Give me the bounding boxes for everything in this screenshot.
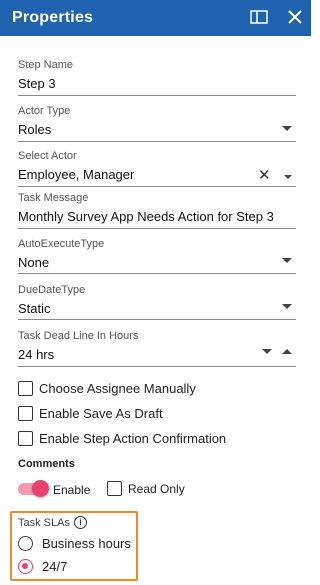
task-message-label: Task Message [18,192,89,204]
business-hours-label: Business hours [42,536,131,551]
actor-type-select[interactable]: Actor Type Roles [18,105,296,142]
due-date-type-label: DueDateType [18,284,86,296]
comments-enable-toggle[interactable] [18,480,49,497]
decrement-chevron-down-icon[interactable] [262,349,272,354]
task-message-field[interactable]: Task Message Monthly Survey App Needs Ac… [18,192,296,229]
task-deadline-value[interactable]: 24 hrs [18,346,296,363]
chevron-down-icon[interactable] [282,126,292,131]
close-icon[interactable] [287,9,303,30]
task-deadline-field[interactable]: Task Dead Line In Hours 24 hrs [18,330,296,367]
select-actor-value[interactable]: Employee, Manager [18,166,296,183]
enable-step-action-checkbox[interactable]: Enable Step Action Confirmation [18,431,226,446]
enable-save-draft-label: Enable Save As Draft [39,406,163,421]
actor-type-label: Actor Type [18,105,71,117]
chevron-down-icon[interactable] [284,175,292,179]
comments-title: Comments [18,458,75,470]
task-deadline-label: Task Dead Line In Hours [18,330,139,342]
checkbox-box[interactable] [107,481,122,496]
panel-title: Properties [12,9,94,26]
radio-button-selected[interactable] [18,559,33,574]
radio-button[interactable] [18,536,33,551]
checkbox-box[interactable] [18,406,33,421]
checkbox-box[interactable] [18,431,33,446]
select-actor-label: Select Actor [18,150,77,162]
chevron-down-icon[interactable] [282,258,292,263]
task-slas-heading: Task SLAs i [18,516,87,529]
due-date-type-select[interactable]: DueDateType Static [18,284,296,320]
select-actor-select[interactable]: Select Actor Employee, Manager ✕ [18,150,296,187]
comments-enable-label: Enable [53,483,91,497]
task-message-value[interactable]: Monthly Survey App Needs Action for Step… [18,208,296,225]
task-slas-title: Task SLAs [18,516,70,529]
enable-save-draft-checkbox[interactable]: Enable Save As Draft [18,406,163,421]
auto-execute-type-value[interactable]: None [18,254,296,271]
choose-assignee-checkbox[interactable]: Choose Assignee Manually [18,381,196,396]
step-name-field[interactable]: Step Name Step 3 [18,59,296,96]
increment-chevron-up-icon[interactable] [282,349,292,354]
auto-execute-type-label: AutoExecuteType [18,238,105,250]
checkbox-box[interactable] [18,381,33,396]
clear-icon[interactable]: ✕ [258,168,271,183]
radio-24-7[interactable]: 24/7 [18,559,67,574]
step-name-value[interactable]: Step 3 [18,75,296,92]
toggle-knob[interactable] [32,480,49,497]
step-name-label: Step Name [18,59,74,71]
dock-panel-icon[interactable] [250,9,268,30]
due-date-type-value[interactable]: Static [18,300,296,317]
info-icon[interactable]: i [73,516,87,529]
read-only-label: Read Only [128,481,185,496]
radio-business-hours[interactable]: Business hours [18,536,131,551]
enable-step-action-label: Enable Step Action Confirmation [39,431,227,446]
choose-assignee-label: Choose Assignee Manually [39,381,196,396]
radio-24-7-label: 24/7 [42,559,68,574]
actor-type-value[interactable]: Roles [18,121,296,138]
properties-header: Properties [0,0,311,36]
chevron-down-icon[interactable] [282,304,292,309]
auto-execute-type-select[interactable]: AutoExecuteType None [18,238,296,274]
read-only-checkbox[interactable]: Read Only [107,481,185,496]
